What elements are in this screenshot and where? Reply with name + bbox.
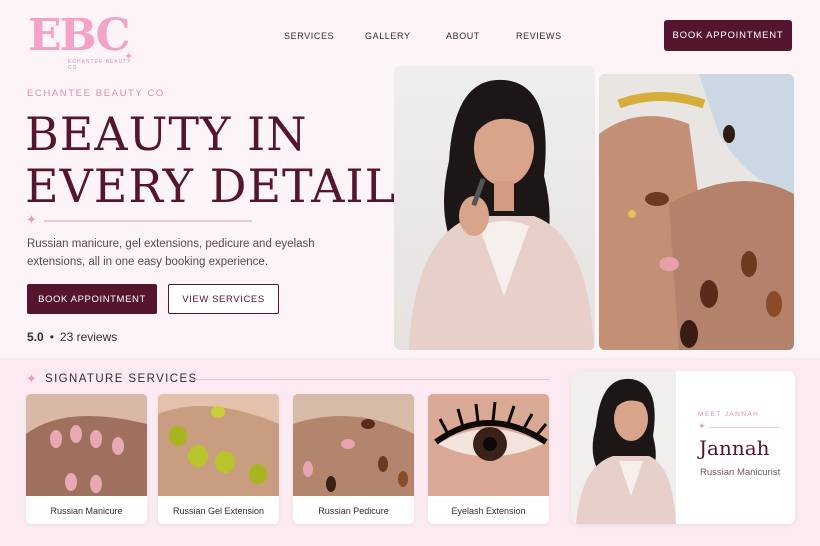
hero-divider (44, 220, 252, 222)
pedicure-illustration (293, 394, 414, 496)
hero-title: BEAUTY IN EVERY DETAIL (25, 108, 396, 212)
service-label: Russian Gel Extension (172, 506, 265, 516)
service-image (158, 394, 279, 496)
header-book-button[interactable]: BOOK APPOINTMENT (664, 20, 792, 51)
rating-summary[interactable]: 5.0 • 23 reviews (27, 330, 117, 344)
meet-divider (709, 427, 779, 428)
separator-dot: • (49, 330, 54, 344)
hero-nails-image (599, 74, 794, 350)
meet-artist-card[interactable]: MEET JANNAH ✦ Jannah Russian Manicurist (571, 371, 795, 524)
nav-item-services[interactable]: SERVICES (284, 31, 334, 41)
services-divider (190, 379, 550, 380)
hero-book-button[interactable]: BOOK APPOINTMENT (27, 284, 157, 314)
service-card-russian-pedicure[interactable]: Russian Pedicure (293, 394, 414, 524)
sparkle-icon: ✦ (26, 371, 37, 386)
service-image (293, 394, 414, 496)
hero-title-line1: BEAUTY IN (25, 107, 308, 161)
sparkle-icon: ✦ (26, 212, 37, 227)
service-card-russian-manicure[interactable]: Russian Manicure (26, 394, 147, 524)
service-label: Russian Pedicure (318, 506, 389, 516)
artist-name: Jannah (699, 436, 770, 460)
service-label: Eyelash Extension (451, 506, 526, 516)
service-image (26, 394, 147, 496)
artist-illustration (571, 371, 676, 524)
logo-letters: EBC (28, 10, 131, 61)
artist-photo (571, 371, 676, 524)
service-card-russian-gel-extension[interactable]: Russian Gel Extension (158, 394, 279, 524)
review-count: 23 reviews (59, 330, 118, 344)
rating-score: 5.0 (27, 330, 44, 344)
manicure-illustration (26, 394, 147, 496)
hero-title-line2: EVERY DETAIL (25, 159, 397, 213)
artist-role: Russian Manicurist (700, 467, 781, 478)
hands-illustration (599, 74, 794, 350)
nav-item-reviews[interactable]: REVIEWS (516, 31, 562, 41)
brand-logo[interactable]: EBC ECHANTEE BEAUTY CO ✦ (28, 10, 138, 72)
services-title: SIGNATURE SERVICES (45, 373, 198, 385)
sparkle-icon: ✦ (698, 421, 706, 431)
hero-eyebrow: ECHANTEE BEAUTY CO (27, 88, 165, 99)
nav-item-gallery[interactable]: GALLERY (365, 31, 411, 41)
hero-description: Russian manicure, gel extensions, pedicu… (27, 238, 315, 268)
gel-extension-illustration (158, 394, 279, 496)
nav-item-about[interactable]: ABOUT (446, 31, 480, 41)
meet-eyebrow: MEET JANNAH (698, 411, 760, 418)
sparkle-icon: ✦ (124, 51, 134, 63)
eyelash-illustration (428, 394, 549, 496)
view-services-button[interactable]: VIEW SERVICES (168, 284, 279, 314)
portrait-illustration (409, 79, 594, 350)
service-card-eyelash-extension[interactable]: Eyelash Extension (428, 394, 549, 524)
hero-portrait-image (394, 66, 595, 350)
service-label: Russian Manicure (50, 506, 123, 516)
service-image (428, 394, 549, 496)
